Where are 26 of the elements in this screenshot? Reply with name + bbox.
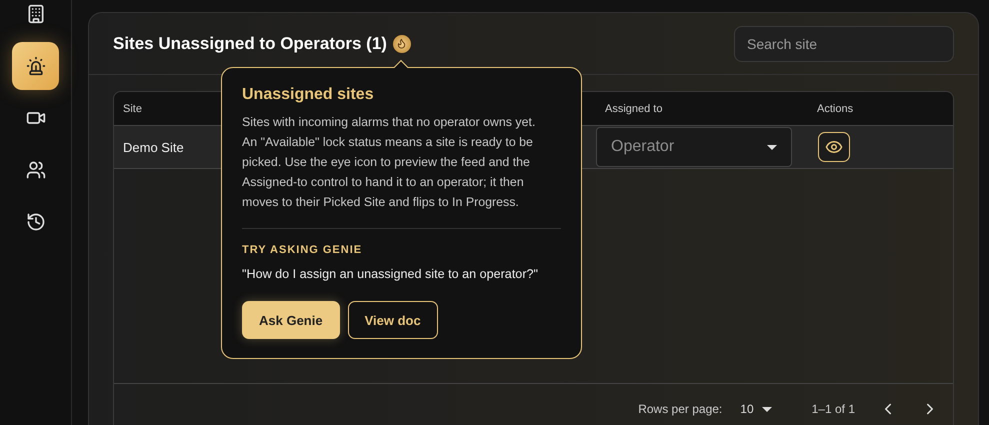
preview-button[interactable] (818, 132, 850, 162)
prompt-text: "How do I assign an unassigned site to an operator?" (242, 267, 539, 281)
eye-icon (825, 138, 843, 156)
search-field[interactable]: Search site (734, 26, 954, 62)
doc-button[interactable]: View doc (348, 301, 438, 339)
rows-per-page-label: Rows per page: (638, 402, 722, 416)
caret-icon (767, 144, 777, 150)
flame-icon[interactable] (392, 34, 411, 52)
panel-title: Sites Unassigned to Operators (1) (113, 34, 387, 54)
page-range: 1–1 of 1 (812, 402, 855, 416)
building-icon (26, 4, 46, 24)
prompt-heading: TRY ASKING GENIE (242, 244, 364, 256)
siren-icon (26, 56, 46, 76)
column-header: Actions (817, 102, 854, 114)
table-cell: Demo Site (123, 140, 184, 154)
operator-select[interactable]: Operator (596, 127, 792, 167)
popover-text: Sites with incoming alarms that no operator owns yet. An "Available" lock status means a site is ready to be picked. Use the eye icon to preview the feed and the Assigned-to control to hand it to an operator; it then moves to their Picked Site and flips to In Progress. (242, 114, 536, 211)
sidebar-item[interactable] (12, 42, 59, 90)
caret-icon (762, 406, 772, 412)
column-header: Assigned to (605, 102, 662, 114)
users-icon (26, 160, 46, 180)
ask-button[interactable]: Ask Genie (242, 301, 340, 339)
history-icon (26, 212, 46, 232)
popover-title: Unassigned sites (242, 86, 375, 104)
rows-per-page-select[interactable]: 10 (740, 402, 772, 416)
column-header: Site (123, 102, 142, 114)
